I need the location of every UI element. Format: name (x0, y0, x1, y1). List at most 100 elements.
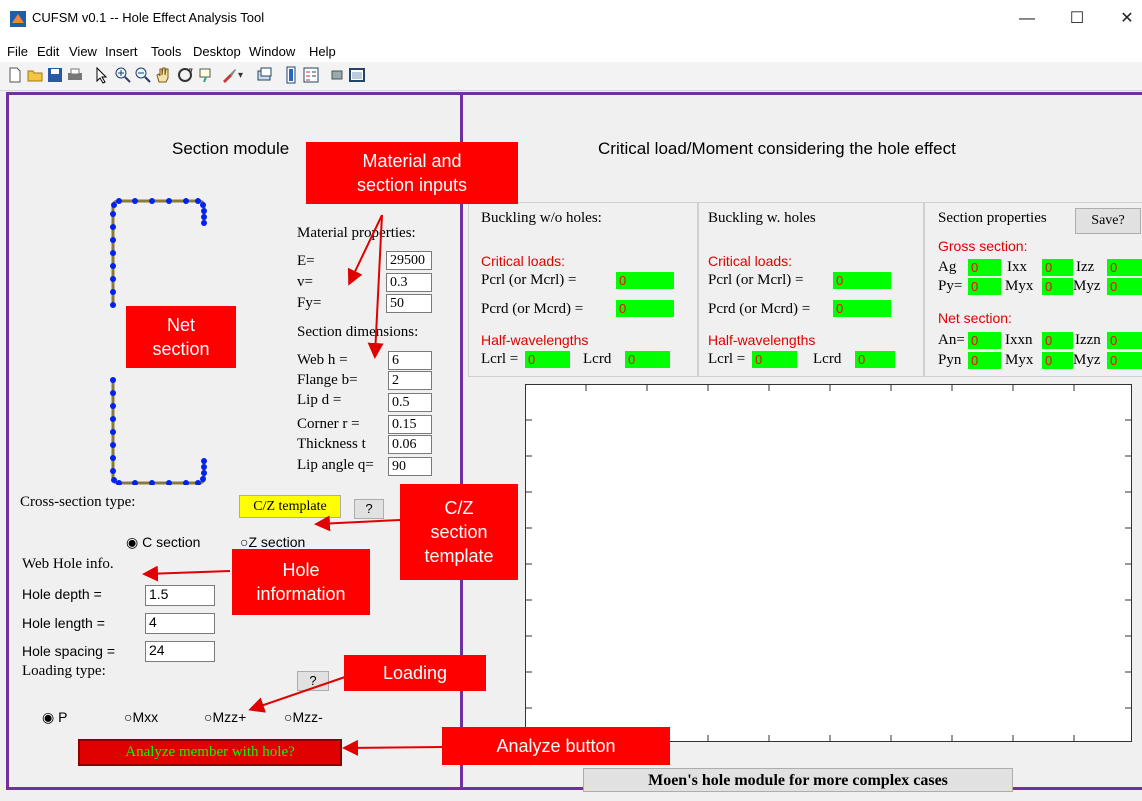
menu-file[interactable]: File (7, 44, 28, 59)
pcrl-label-wo: Pcrl (or Mcrl) = (481, 272, 577, 288)
loading-help-button[interactable]: ? (297, 671, 329, 691)
section-module-title: Section module (172, 139, 290, 158)
load-mzz-minus-label: Mzz- (292, 709, 323, 725)
load-p-radio[interactable]: ◉ P (42, 709, 67, 726)
lcrd-label-wo: Lcrd (583, 351, 612, 367)
data-cursor-icon[interactable] (198, 66, 216, 84)
pcrl-value-wo: 0 (616, 272, 674, 289)
lcrl-value-wo: 0 (525, 351, 570, 368)
matlab-app-icon (10, 11, 26, 27)
cross-section-type-label: Cross-section type: (20, 494, 136, 510)
web-h-input[interactable]: 6 (388, 351, 432, 370)
rotate-3d-icon[interactable] (176, 66, 194, 84)
open-folder-icon[interactable] (26, 66, 44, 84)
fy-label: Fy= (297, 295, 322, 311)
maximize-button[interactable]: ☐ (1062, 6, 1092, 32)
zoom-out-icon[interactable] (134, 66, 152, 84)
show-plot-tools-icon[interactable] (348, 66, 366, 84)
lcrd-value-wo: 0 (625, 351, 670, 368)
brush-icon[interactable] (220, 66, 238, 84)
callout-line: C/Z (444, 498, 474, 518)
close-button[interactable]: ✕ (1112, 6, 1142, 32)
menu-window[interactable]: Window (249, 44, 295, 59)
v-input[interactable]: 0.3 (386, 273, 432, 292)
hide-plot-tools-icon[interactable] (328, 66, 346, 84)
hole-depth-input[interactable]: 1.5 (145, 585, 215, 606)
radio-selected-icon: ◉ (42, 709, 55, 725)
legend-icon[interactable] (302, 66, 320, 84)
fy-input[interactable]: 50 (386, 294, 432, 313)
myx-net-value: 0 (1042, 352, 1073, 369)
pcrd-value-wo: 0 (616, 300, 674, 317)
save-button[interactable]: Save? (1075, 208, 1141, 234)
myz-label: Myz (1073, 278, 1101, 294)
ixxn-label: Ixxn (1005, 332, 1033, 348)
menu-edit[interactable]: Edit (37, 44, 59, 59)
brush-dropdown-icon[interactable]: ▾ (238, 70, 243, 81)
hole-length-input[interactable]: 4 (145, 613, 215, 634)
moen-hole-module-button[interactable]: Moen's hole module for more complex case… (583, 768, 1013, 792)
lip-angle-label: Lip angle q= (297, 457, 374, 473)
ag-value: 0 (968, 259, 1001, 276)
menu-tools[interactable]: Tools (151, 44, 181, 59)
print-icon[interactable] (66, 66, 84, 84)
gross-section-label: Gross section: (938, 238, 1028, 254)
c-section-label: C section (142, 534, 201, 550)
half-wavelengths-label-w: Half-wavelengths (708, 332, 816, 348)
material-inputs-callout: Material and section inputs (306, 142, 518, 204)
template-callout: C/Z section template (400, 484, 518, 580)
lcrd-value-w: 0 (855, 351, 895, 368)
z-section-radio[interactable]: ○Z section (240, 534, 305, 550)
template-help-button[interactable]: ? (354, 499, 384, 519)
section-dimensions-heading: Section dimensions: (297, 324, 419, 340)
save-icon[interactable] (46, 66, 64, 84)
menu-desktop[interactable]: Desktop (193, 44, 241, 59)
menu-help[interactable]: Help (309, 44, 336, 59)
hole-depth-label: Hole depth = (22, 586, 102, 602)
callout-line: Material and (362, 151, 462, 171)
callout-line: Hole (282, 560, 320, 580)
callout-line: section inputs (356, 175, 468, 195)
lip-d-input[interactable]: 0.5 (388, 393, 432, 412)
c-section-radio[interactable]: ◉ C section (126, 534, 200, 551)
menu-view[interactable]: View (69, 44, 97, 59)
buckling-with-holes-heading: Buckling w. holes (708, 210, 816, 226)
load-mzz-minus-radio[interactable]: ○Mzz- (284, 709, 323, 725)
z-section-label: Z section (248, 534, 306, 550)
analyze-member-button[interactable]: Analyze member with hole? (78, 739, 342, 766)
pointer-icon[interactable] (92, 66, 110, 84)
myx-net-label: Myx (1005, 352, 1034, 368)
izzn-value: 0 (1107, 332, 1142, 349)
critical-loads-label-w: Critical loads: (708, 253, 793, 269)
critical-loads-label-wo: Critical loads: (481, 253, 566, 269)
web-hole-info-label: Web Hole info. (22, 556, 114, 572)
flange-b-input[interactable]: 2 (388, 371, 432, 390)
colorbar-icon[interactable] (282, 66, 300, 84)
e-label: E= (297, 253, 315, 269)
pan-hand-icon[interactable] (154, 66, 172, 84)
e-input[interactable]: 29500 (386, 251, 432, 270)
cz-template-button[interactable]: C/Z template (239, 495, 341, 518)
callout-line: information (256, 584, 346, 604)
menu-insert[interactable]: Insert (105, 44, 138, 59)
plot-axes[interactable] (525, 384, 1132, 742)
link-icon[interactable] (256, 66, 274, 84)
load-mzz-plus-radio[interactable]: ○Mzz+ (204, 709, 246, 725)
hole-spacing-input[interactable]: 24 (145, 641, 215, 662)
thickness-input[interactable]: 0.06 (388, 435, 432, 454)
an-value: 0 (968, 332, 1001, 349)
hole-length-label: Hole length = (22, 615, 105, 631)
izz-value: 0 (1107, 259, 1142, 276)
corner-r-label: Corner r = (297, 416, 360, 432)
zoom-in-icon[interactable] (114, 66, 132, 84)
v-label: v= (297, 274, 313, 290)
loading-type-label: Loading type: (22, 663, 106, 679)
corner-r-input[interactable]: 0.15 (388, 415, 432, 434)
section-properties-heading: Section properties (938, 210, 1047, 226)
minimize-button[interactable]: — (1012, 6, 1042, 32)
load-mxx-label: Mxx (132, 709, 159, 725)
myz-value: 0 (1107, 278, 1142, 295)
new-file-icon[interactable] (6, 66, 24, 84)
lip-angle-input[interactable]: 90 (388, 457, 432, 476)
load-mxx-radio[interactable]: ○Mxx (124, 709, 158, 725)
